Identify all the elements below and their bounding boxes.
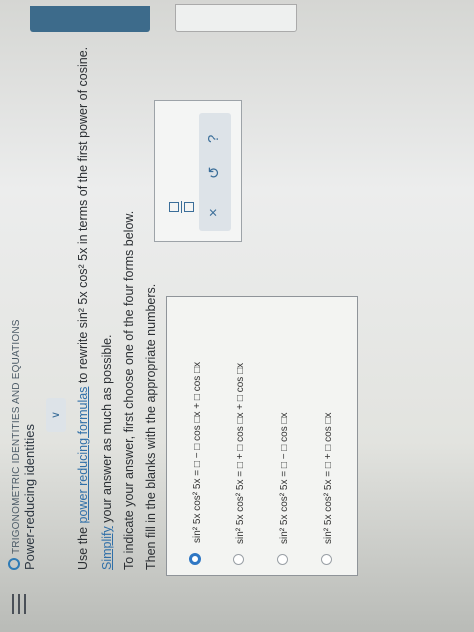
category-label: TRIGONOMETRIC IDENTITIES AND EQUATIONS xyxy=(8,319,22,570)
check-button[interactable] xyxy=(175,4,297,32)
option-4-form[interactable]: □ + □ cos □x xyxy=(323,412,334,468)
q1-pre: Use the xyxy=(76,523,90,570)
explanation-button[interactable] xyxy=(30,6,150,32)
option-3-form[interactable]: □ − □ cos □x xyxy=(279,412,290,468)
option-3[interactable]: sin² 5x cos² 5x = □ − □ cos □x xyxy=(277,412,290,565)
radio-option-3[interactable] xyxy=(277,554,288,565)
tool-buttons: × ↺ ? xyxy=(199,113,231,231)
top-bar: TRIGONOMETRIC IDENTITIES AND EQUATIONS P… xyxy=(0,0,56,632)
category-text: TRIGONOMETRIC IDENTITIES AND EQUATIONS xyxy=(11,319,22,554)
option-2-form[interactable]: □ + □ cos □x + □ cos □x xyxy=(235,363,246,468)
option-1-lhs: sin² 5x cos² 5x = xyxy=(192,469,203,543)
question-line-3: To indicate your answer, first choose on… xyxy=(122,210,136,570)
q2-post: your answer as much as possible. xyxy=(100,334,114,527)
math-tools-panel: × ↺ ? xyxy=(154,100,242,242)
simplify-link[interactable]: Simplify xyxy=(100,526,114,570)
undo-icon[interactable]: ↺ xyxy=(205,166,223,179)
lesson-title: Power-reducing identities xyxy=(22,424,37,570)
option-2[interactable]: sin² 5x cos² 5x = □ + □ cos □x + □ cos □… xyxy=(233,363,246,565)
q1-post: to rewrite sin² 5x cos² 5x in terms of t… xyxy=(76,46,90,387)
status-dot-icon xyxy=(8,558,20,570)
option-4-lhs: sin² 5x cos² 5x = xyxy=(323,470,334,544)
menu-icon[interactable] xyxy=(12,594,28,614)
power-reducing-link[interactable]: power reducing formulas xyxy=(76,387,90,524)
fraction-icon[interactable] xyxy=(169,201,194,213)
clear-icon[interactable]: × xyxy=(205,208,222,217)
radio-option-2[interactable] xyxy=(233,554,244,565)
option-3-lhs: sin² 5x cos² 5x = xyxy=(279,470,290,544)
option-1[interactable]: sin² 5x cos² 5x = □ − □ cos □x + □ cos □… xyxy=(189,362,203,565)
answer-forms-box: sin² 5x cos² 5x = □ − □ cos □x + □ cos □… xyxy=(166,296,358,576)
page: TRIGONOMETRIC IDENTITIES AND EQUATIONS P… xyxy=(0,0,474,632)
question-line-4: Then fill in the blanks with the appropr… xyxy=(144,283,158,570)
option-1-form[interactable]: □ − □ cos □x + □ cos □x xyxy=(192,362,203,467)
question-line-1: Use the power reducing formulas to rewri… xyxy=(76,47,90,570)
option-4[interactable]: sin² 5x cos² 5x = □ + □ cos □x xyxy=(321,412,334,565)
option-2-lhs: sin² 5x cos² 5x = xyxy=(235,470,246,544)
collapse-button[interactable]: ∨ xyxy=(46,398,66,432)
radio-option-1[interactable] xyxy=(189,553,201,565)
help-icon[interactable]: ? xyxy=(205,135,222,143)
radio-option-4[interactable] xyxy=(321,554,332,565)
question-line-2: Simplify your answer as much as possible… xyxy=(100,334,114,570)
